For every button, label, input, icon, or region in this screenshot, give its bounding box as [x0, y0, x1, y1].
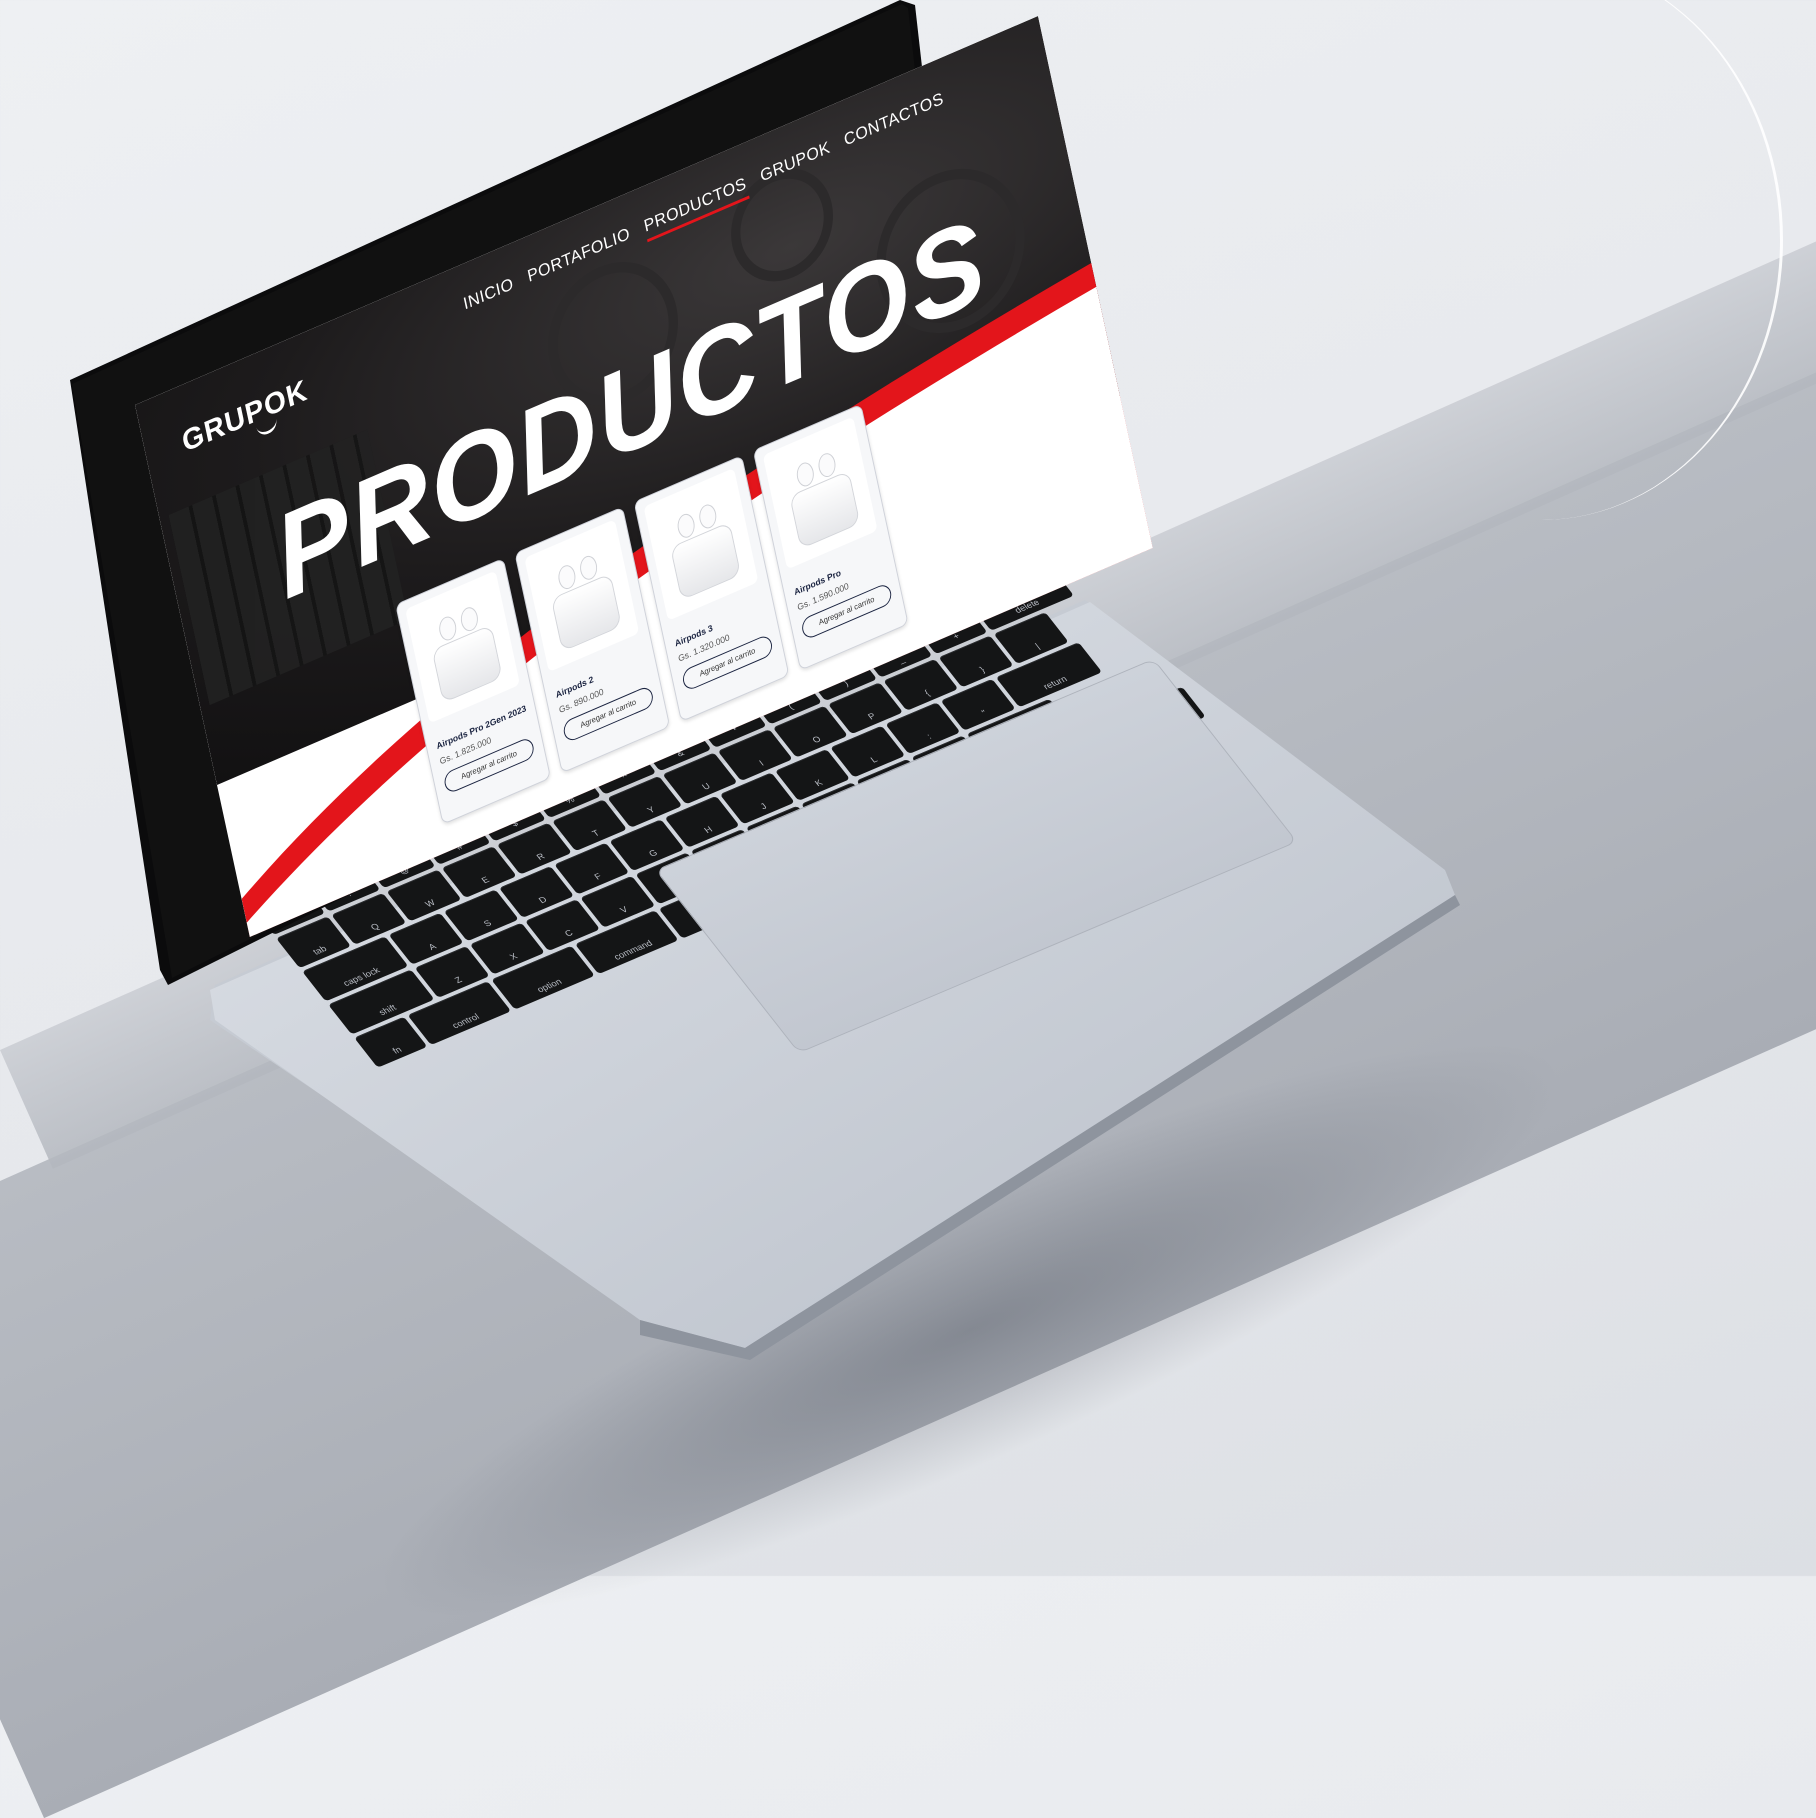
product-image [643, 467, 759, 621]
product-image [405, 570, 521, 724]
add-to-cart-button[interactable]: Agregar al carrito [561, 684, 655, 744]
mockup-scene: esc!@#$%^&*()_+deletetabQWERTYUIOP{}|cap… [0, 0, 1816, 1818]
product-image [524, 519, 640, 673]
product-image [762, 416, 878, 570]
